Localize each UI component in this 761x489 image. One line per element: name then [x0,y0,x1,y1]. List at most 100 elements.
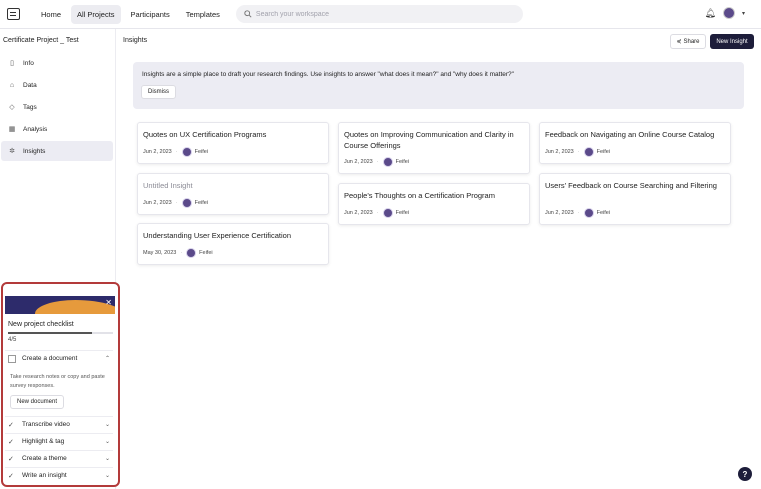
insight-card-meta: May 30, 2023 · Feifei [143,248,213,258]
insight-card-title: Understanding User Experience Certificat… [143,231,291,240]
bell-icon[interactable]: 🔔︎ [705,8,716,19]
check-icon: ✓ [8,472,14,480]
new-document-button[interactable]: New document [10,395,65,409]
checklist-item-write-insight[interactable]: ✓ Write an insight ⌄ [5,467,113,483]
insight-card-title: People's Thoughts on a Certification Pro… [344,191,495,200]
chevron-down-icon[interactable]: ⌄ [105,472,110,479]
app-logo-icon[interactable] [7,8,20,20]
insight-card-date: May 30, 2023 [143,250,177,256]
checklist-item-label: Transcribe video [22,421,70,428]
insight-card[interactable]: Quotes on UX Certification Programs Jun … [137,122,329,164]
insight-card[interactable]: Users' Feedback on Course Searching and … [539,173,731,225]
share-button-label: Share [683,38,700,45]
insight-card-author: Feifei [199,250,213,256]
checklist-banner: ✕ [5,296,115,314]
search-icon [244,10,252,18]
insight-card-author: Feifei [395,159,410,165]
avatar [382,208,393,218]
avatar [186,248,197,258]
insight-card-author: Feifei [194,149,209,155]
avatar [382,157,393,167]
checklist-item-highlight-tag[interactable]: ✓ Highlight & tag ⌄ [5,433,113,449]
check-icon: ✓ [8,455,14,463]
insight-card-title: Quotes on Improving Communication and Cl… [344,130,514,150]
sidebar-item-data[interactable]: ⌂ Data [1,75,113,95]
nav-all-projects[interactable]: All Projects [71,4,121,24]
chevron-down-icon[interactable]: ⌄ [105,455,110,462]
share-button[interactable]: ⋞ Share [670,34,706,49]
banner-text: Insights are a simple place to draft you… [142,71,514,78]
insight-card-title: Users' Feedback on Course Searching and … [545,181,717,190]
insight-card[interactable]: Feedback on Navigating an Online Course … [539,122,731,164]
checklist-item-create-theme[interactable]: ✓ Create a theme ⌄ [5,450,113,466]
insight-card-date: Jun 2, 2023 [545,210,574,216]
checklist-item-description: Take research notes or copy and paste su… [10,374,105,389]
insights-info-banner: Insights are a simple place to draft you… [133,62,744,109]
top-nav: Home All Projects Participants Templates… [0,0,761,29]
insight-card-author: Feifei [596,149,611,155]
check-icon: ✓ [8,421,14,429]
search-bar[interactable] [235,5,523,23]
help-button[interactable]: ? [738,467,752,481]
sidebar-item-tags[interactable]: ◇ Tags [1,97,113,117]
sidebar-item-label: Tags [23,103,37,111]
sidebar-item-label: Insights [23,147,46,155]
new-insight-button[interactable]: New Insight [710,34,754,49]
project-title: Certificate Project _ Test [3,37,79,44]
insight-card-meta: Jun 2, 2023 · Feifei [143,198,209,208]
checklist-item-create-document[interactable]: Create a document ⌃ [5,350,113,366]
insight-card-meta: Jun 2, 2023 · Feifei [545,208,611,218]
insight-card-date: Jun 2, 2023 [344,159,373,165]
checklist-item-label: Create a theme [22,455,67,462]
chevron-down-icon[interactable]: ▾ [742,10,745,17]
insight-card-meta: Jun 2, 2023 · Feifei [344,208,410,218]
checklist-item-transcribe-video[interactable]: ✓ Transcribe video ⌄ [5,416,113,432]
data-icon: ⌂ [9,81,15,89]
nav-home[interactable]: Home [35,5,67,24]
insight-card-meta: Jun 2, 2023 · Feifei [545,147,611,157]
insight-card[interactable]: Untitled Insight Jun 2, 2023 · Feifei [137,173,329,215]
insight-card-title: Feedback on Navigating an Online Course … [545,130,715,139]
insight-card[interactable]: Understanding User Experience Certificat… [137,223,329,265]
insight-card-meta: Jun 2, 2023 · Feifei [143,147,209,157]
insight-card-date: Jun 2, 2023 [545,149,574,155]
search-input[interactable] [255,10,496,18]
checklist-progress-count: 4/5 [8,337,17,343]
chevron-down-icon[interactable]: ⌄ [105,438,110,445]
insight-card-author: Feifei [194,200,209,206]
analysis-icon: ▦ [8,126,16,133]
insight-card-title: Quotes on UX Certification Programs [143,130,267,139]
sidebar-item-analysis[interactable]: ▦ Analysis [1,119,113,139]
user-avatar[interactable] [722,7,735,19]
sidebar-item-label: Data [23,81,37,89]
dismiss-button[interactable]: Dismiss [141,85,176,99]
close-icon[interactable]: ✕ [105,298,112,307]
checklist-item-label: Create a document [22,355,78,362]
avatar [181,147,192,157]
checklist-item-label: Write an insight [22,472,67,479]
insight-card-author: Feifei [596,210,611,216]
checkbox[interactable] [8,354,16,363]
page-title: Insights [123,37,148,44]
check-icon: ✓ [8,438,14,446]
avatar [583,208,594,218]
checklist-progress-fill [8,332,92,334]
insight-card-date: Jun 2, 2023 [143,200,172,206]
avatar [583,147,594,157]
project-checklist-panel: ✕ New project checklist 4/5 Create a doc… [1,282,120,487]
insight-card[interactable]: People's Thoughts on a Certification Pro… [338,183,530,225]
sidebar-item-info[interactable]: ▯ Info [1,53,113,73]
avatar [181,198,192,208]
nav-participants[interactable]: Participants [125,5,176,24]
chevron-up-icon[interactable]: ⌃ [105,355,110,362]
nav-templates[interactable]: Templates [180,5,226,24]
sidebar-item-label: Analysis [23,125,48,133]
insight-card[interactable]: Quotes on Improving Communication and Cl… [338,122,530,174]
checklist-title: New project checklist [8,321,74,328]
insight-card-title: Untitled Insight [143,181,193,190]
document-icon: ▯ [10,60,14,67]
chevron-down-icon[interactable]: ⌄ [105,421,110,428]
share-icon: ⋞ [676,39,682,45]
insight-card-author: Feifei [395,210,410,216]
sidebar-item-insights[interactable]: ✲ Insights [1,141,113,161]
